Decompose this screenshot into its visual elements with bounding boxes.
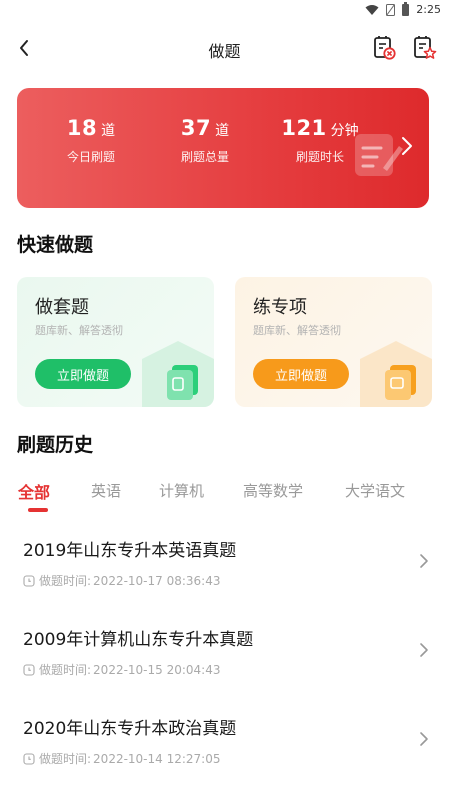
notebook-pen-icon	[355, 134, 403, 176]
record-title: 2009年计算机山东专升本真题	[23, 630, 254, 650]
status-indicators: 2:25	[365, 1, 441, 16]
stat-value: 37	[180, 116, 212, 140]
stat-label: 刷题总量	[180, 150, 229, 164]
chevron-right-icon	[420, 554, 428, 568]
history-record[interactable]: 2009年计算机山东专升本真题 做题时间: 2022-10-15 20:04:4…	[0, 625, 449, 707]
quick-card-topics[interactable]: 练专项 题库新、解答透彻 立即做题	[235, 277, 432, 407]
stat-value: 18	[66, 116, 98, 140]
tab-all[interactable]: 全部	[18, 479, 50, 503]
stat-unit: 道	[101, 123, 116, 139]
stats-banner[interactable]: 18 道 今日刷题 37 道 刷题总量 121 分钟 刷题时长	[17, 88, 429, 208]
quick-card-subtitle: 题库新、解答透彻	[253, 324, 341, 337]
topic-practice-icon	[360, 341, 432, 407]
quick-practice-title: 快速做题	[17, 234, 94, 256]
stat-label: 今日刷题	[66, 150, 115, 164]
record-time-label: 做题时间:	[39, 663, 92, 677]
quick-card-title: 做套题	[35, 297, 89, 318]
stat-value: 121	[281, 116, 327, 140]
record-time-value: 2022-10-17 08:36:43	[93, 573, 221, 588]
sim-icon	[386, 3, 396, 16]
status-time: 2:25	[416, 3, 441, 16]
record-time-label: 做题时间:	[39, 574, 92, 588]
tab-indicator	[28, 508, 48, 512]
record-time: 做题时间: 2022-10-17 08:36:43	[23, 572, 221, 589]
wrong-questions-icon[interactable]	[370, 34, 398, 62]
tab-chinese[interactable]: 大学语文	[345, 480, 405, 501]
battery-icon	[402, 1, 410, 16]
stat-unit: 道	[215, 123, 230, 139]
record-title: 2020年山东专升本政治真题	[23, 719, 237, 739]
stat-today: 18 道 今日刷题	[43, 116, 139, 165]
record-time-label: 做题时间:	[39, 752, 92, 766]
nav-bar: 做题	[0, 22, 449, 76]
history-tabs: 全部 英语 计算机 高等数学 大学语文	[0, 476, 449, 516]
clock-icon	[23, 574, 35, 587]
record-time: 做题时间: 2022-10-15 20:04:43	[23, 661, 221, 678]
clock-icon	[23, 663, 35, 676]
quick-card-title: 练专项	[253, 297, 307, 318]
chevron-right-icon	[420, 732, 428, 746]
record-time-value: 2022-10-14 12:27:05	[93, 751, 221, 766]
start-practice-button[interactable]: 立即做题	[253, 359, 349, 389]
tab-math[interactable]: 高等数学	[243, 480, 303, 501]
history-title: 刷题历史	[17, 434, 94, 456]
tab-computer[interactable]: 计算机	[159, 480, 204, 501]
tab-english[interactable]: 英语	[91, 480, 121, 501]
record-title: 2019年山东专升本英语真题	[23, 541, 237, 561]
clock-icon	[23, 752, 35, 765]
paper-set-icon	[142, 341, 214, 407]
chevron-left-icon	[20, 40, 28, 56]
record-time-value: 2022-10-15 20:04:43	[93, 662, 221, 677]
status-bar: 2:25	[0, 0, 449, 22]
chevron-right-icon[interactable]	[399, 136, 415, 156]
history-record[interactable]: 2019年山东专升本英语真题 做题时间: 2022-10-17 08:36:43	[0, 536, 449, 618]
quick-card-sets[interactable]: 做套题 题库新、解答透彻 立即做题	[17, 277, 214, 407]
record-time: 做题时间: 2022-10-14 12:27:05	[23, 750, 221, 767]
favorites-icon[interactable]	[410, 34, 438, 62]
stat-total: 37 道 刷题总量	[157, 116, 253, 165]
history-record[interactable]: 2020年山东专升本政治真题 做题时间: 2022-10-14 12:27:05	[0, 714, 449, 796]
wifi-icon	[365, 4, 379, 15]
quick-card-subtitle: 题库新、解答透彻	[35, 324, 123, 337]
chevron-right-icon	[420, 643, 428, 657]
start-practice-button[interactable]: 立即做题	[35, 359, 131, 389]
back-button[interactable]	[10, 34, 38, 62]
